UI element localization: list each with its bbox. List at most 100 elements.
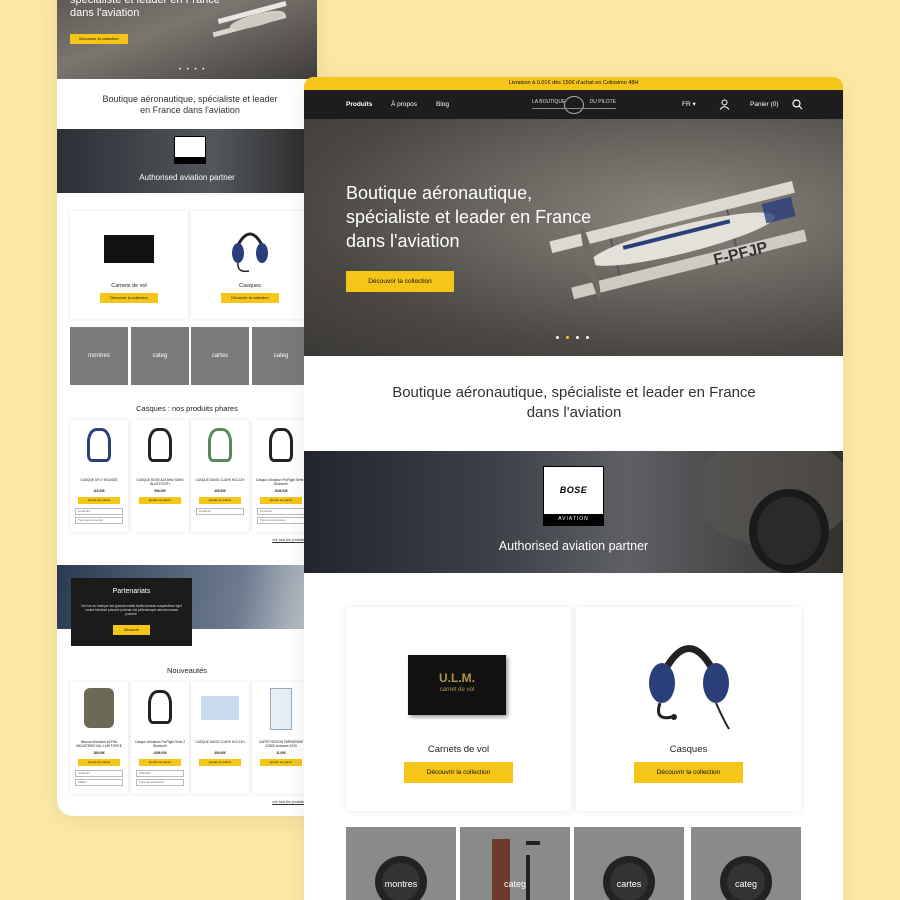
category-button[interactable]: Découvrir la collection — [404, 762, 513, 783]
logo-text-right: DU PILOTE — [589, 99, 616, 105]
hero-banner: F-PFJP Boutique aéronautique, spécialist… — [304, 119, 843, 356]
product-image — [87, 428, 111, 462]
back-category-card[interactable]: Carnets de vol Découvrir la collection — [70, 211, 188, 319]
product-select[interactable]: Tailles — [75, 779, 123, 786]
biplane-image — [212, 1, 287, 38]
news-card[interactable]: Blouson Bombers ALPHA INDUSTRIES MA-1 AI… — [70, 682, 128, 794]
back-tile[interactable]: categ — [252, 327, 310, 385]
back-category-button[interactable]: Découvrir la collection — [221, 293, 279, 303]
category-tile[interactable]: categ — [460, 827, 570, 900]
logbook-image: U.L.M. carnet de vol — [408, 655, 506, 715]
back-bose-banner: Authorised aviation partner — [57, 129, 317, 193]
carousel-dot-active[interactable] — [566, 336, 569, 339]
bose-logo-icon: BOSE AVIATION — [543, 466, 604, 526]
back-product-card[interactable]: CASQUE DAVID CLARK H10-13H 409,00€ Ajout… — [191, 420, 249, 532]
tile-label: cartes — [616, 879, 642, 889]
back-hero-banner: spécialiste et leader en France dans l'a… — [57, 0, 317, 79]
product-select[interactable]: Plafonds — [136, 770, 184, 777]
add-to-cart-button[interactable]: Ajouter au panier — [199, 759, 241, 766]
add-to-cart-button[interactable]: Ajouter au panier — [78, 759, 120, 766]
tile-label: montres — [384, 879, 418, 889]
category-tile[interactable]: categ — [691, 827, 801, 900]
product-price: 189,00€ — [93, 751, 105, 755]
product-image — [270, 688, 292, 730]
back-bose-caption: Authorised aviation partner — [139, 173, 235, 182]
watch-image — [375, 856, 427, 900]
carousel-dot[interactable] — [576, 336, 579, 339]
page-tagline: Boutique aéronautique, spécialiste et le… — [392, 384, 756, 421]
lang-select[interactable]: FR ▾ — [682, 90, 696, 119]
see-all-link[interactable]: voir tous les produits — [272, 538, 304, 542]
bose-sub: AVIATION — [544, 514, 603, 525]
add-to-cart-button[interactable]: Ajouter au panier — [78, 497, 120, 504]
back-product-card[interactable]: Casque d'Aviation ProFlight Série 2 Blue… — [252, 420, 310, 532]
back-carousel-dots[interactable]: • • • • — [179, 67, 206, 73]
logo-text-left: LA BOUTIQUE — [532, 99, 566, 105]
product-select[interactable]: Type de connexion — [75, 517, 123, 524]
product-select[interactable]: Couleurs — [196, 508, 244, 515]
back-category-label: Carnets de vol — [111, 283, 147, 289]
pilot-headset-image — [704, 451, 843, 573]
add-to-cart-button[interactable]: Ajouter au panier — [260, 759, 302, 766]
product-name: Casque d'Aviation ProFlight Série 2 Blue… — [134, 740, 186, 748]
cart-link[interactable]: Panier (0) — [750, 90, 779, 119]
product-price: 1099,00€ — [153, 751, 167, 755]
product-select[interactable]: Couleurs — [75, 770, 123, 777]
nav-produits[interactable]: Produits — [346, 90, 372, 119]
product-name: Blouson Bombers ALPHA INDUSTRIES MA-1 AI… — [76, 740, 122, 748]
watch-image — [720, 856, 772, 900]
nav-blog[interactable]: Blog — [436, 90, 449, 119]
product-image — [201, 696, 239, 720]
back-category-button[interactable]: Découvrir la collection — [100, 293, 158, 303]
back-product-card[interactable]: CASQUE UFLY MOUSSE 119,00€ Ajouter au pa… — [70, 420, 128, 532]
product-price: 409,00€ — [214, 489, 226, 493]
product-name: CASQUE DAVID CLARK H10-13H — [195, 740, 245, 744]
logbook-image — [104, 235, 154, 263]
hero-cta-button[interactable]: Découvrir la collection — [346, 271, 454, 292]
product-image — [148, 690, 172, 724]
news-card[interactable]: CASQUE DAVID CLARK H10-13H 409,00€ Ajout… — [191, 682, 249, 794]
bose-brand: BOSE — [559, 485, 588, 495]
add-to-cart-button[interactable]: Ajouter au panier — [199, 497, 241, 504]
add-to-cart-button[interactable]: Ajouter au panier — [260, 497, 302, 504]
carousel-dot[interactable] — [556, 336, 559, 339]
product-select[interactable]: Couleurs — [75, 508, 123, 515]
carousel-dot[interactable] — [586, 336, 589, 339]
bose-caption: Authorised aviation partner — [498, 539, 649, 553]
news-title: Nouveautés — [166, 666, 208, 675]
news-card[interactable]: Casque d'Aviation ProFlight Série 2 Blue… — [131, 682, 189, 794]
news-card[interactable]: CARTE REGION PARISIENNE 1/250K Automne 2… — [252, 682, 310, 794]
category-tile[interactable]: cartes — [574, 827, 684, 900]
category-tile[interactable]: montres — [346, 827, 456, 900]
partners-box: Partenariats Vel non eu tristique sed gr… — [71, 578, 192, 646]
back-tagline: Boutique aéronautique, spécialiste et le… — [102, 94, 278, 115]
category-card[interactable]: Casques Découvrir la collection — [576, 607, 801, 811]
tile-label: categ — [734, 879, 758, 889]
add-to-cart-button[interactable]: Ajouter au panier — [139, 497, 181, 504]
product-select[interactable]: Type de connexion — [136, 779, 184, 786]
see-all-link[interactable]: voir tous les produits — [272, 800, 304, 804]
product-select[interactable]: Type de connexion — [257, 517, 305, 524]
front-page-preview: Livraison à 0.01€ dès 150€ d'achat en Co… — [304, 77, 843, 900]
category-button[interactable]: Découvrir la collection — [634, 762, 743, 783]
nav-apropos[interactable]: À propos — [391, 90, 417, 119]
back-product-card[interactable]: CASQUE BOSE A20 AHM SANS BLUETOOTH 999,0… — [131, 420, 189, 532]
back-hero-button[interactable]: Découvrir la collection — [70, 34, 128, 44]
category-label: Carnets de vol — [427, 744, 490, 755]
back-tile[interactable]: categ — [131, 327, 189, 385]
product-select[interactable]: Couleurs — [257, 508, 305, 515]
user-icon[interactable] — [719, 99, 730, 110]
product-price: 999,00€ — [154, 489, 166, 493]
product-image — [208, 428, 232, 462]
category-card[interactable]: U.L.M. carnet de vol Carnets de vol Déco… — [346, 607, 571, 811]
site-logo[interactable]: LA BOUTIQUE DU PILOTE — [532, 96, 616, 114]
partners-text: Vel non eu tristique sed gravida mattis … — [81, 604, 182, 616]
lang-label: FR — [682, 101, 691, 108]
product-price: 11,00€ — [276, 751, 286, 755]
add-to-cart-button[interactable]: Ajouter au panier — [139, 759, 181, 766]
back-category-card[interactable]: Casques Découvrir la collection — [191, 211, 309, 319]
partners-button[interactable]: Découvrir — [113, 625, 150, 635]
back-tile[interactable]: montres — [70, 327, 128, 385]
search-icon[interactable] — [792, 99, 803, 110]
back-tile[interactable]: cartes — [191, 327, 249, 385]
